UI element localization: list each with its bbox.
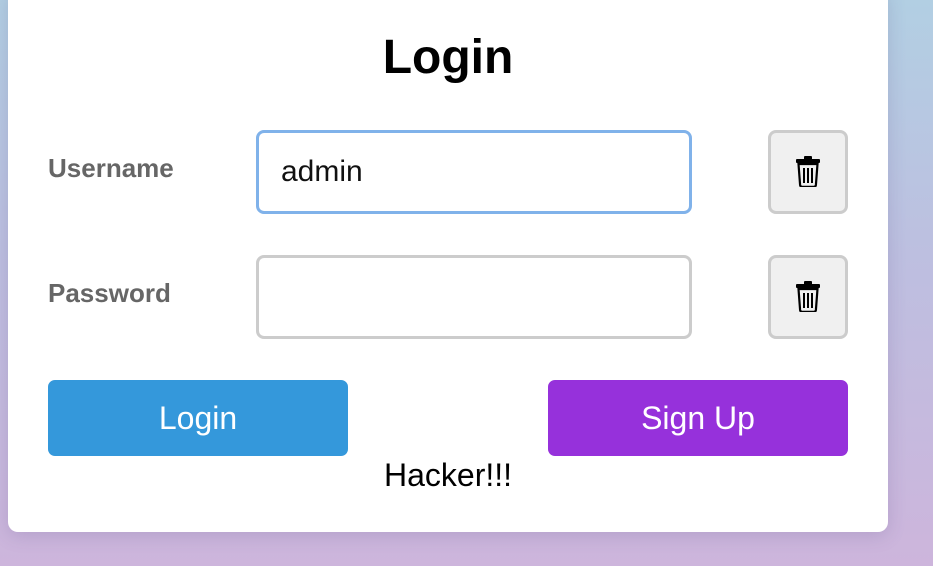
username-input[interactable] xyxy=(256,130,692,214)
clear-username-button[interactable] xyxy=(768,130,848,214)
trash-icon xyxy=(795,280,821,315)
clear-password-button[interactable] xyxy=(768,255,848,339)
trash-icon xyxy=(795,155,821,190)
username-label: Username xyxy=(48,153,174,183)
status-message: Hacker!!! xyxy=(383,457,513,493)
page-title: Login xyxy=(382,31,514,84)
signup-button[interactable]: Sign Up xyxy=(548,380,848,456)
login-card: Login Username Password xyxy=(8,0,888,532)
login-button[interactable]: Login xyxy=(48,380,348,456)
password-label: Password xyxy=(48,278,171,308)
password-input[interactable] xyxy=(256,255,692,339)
